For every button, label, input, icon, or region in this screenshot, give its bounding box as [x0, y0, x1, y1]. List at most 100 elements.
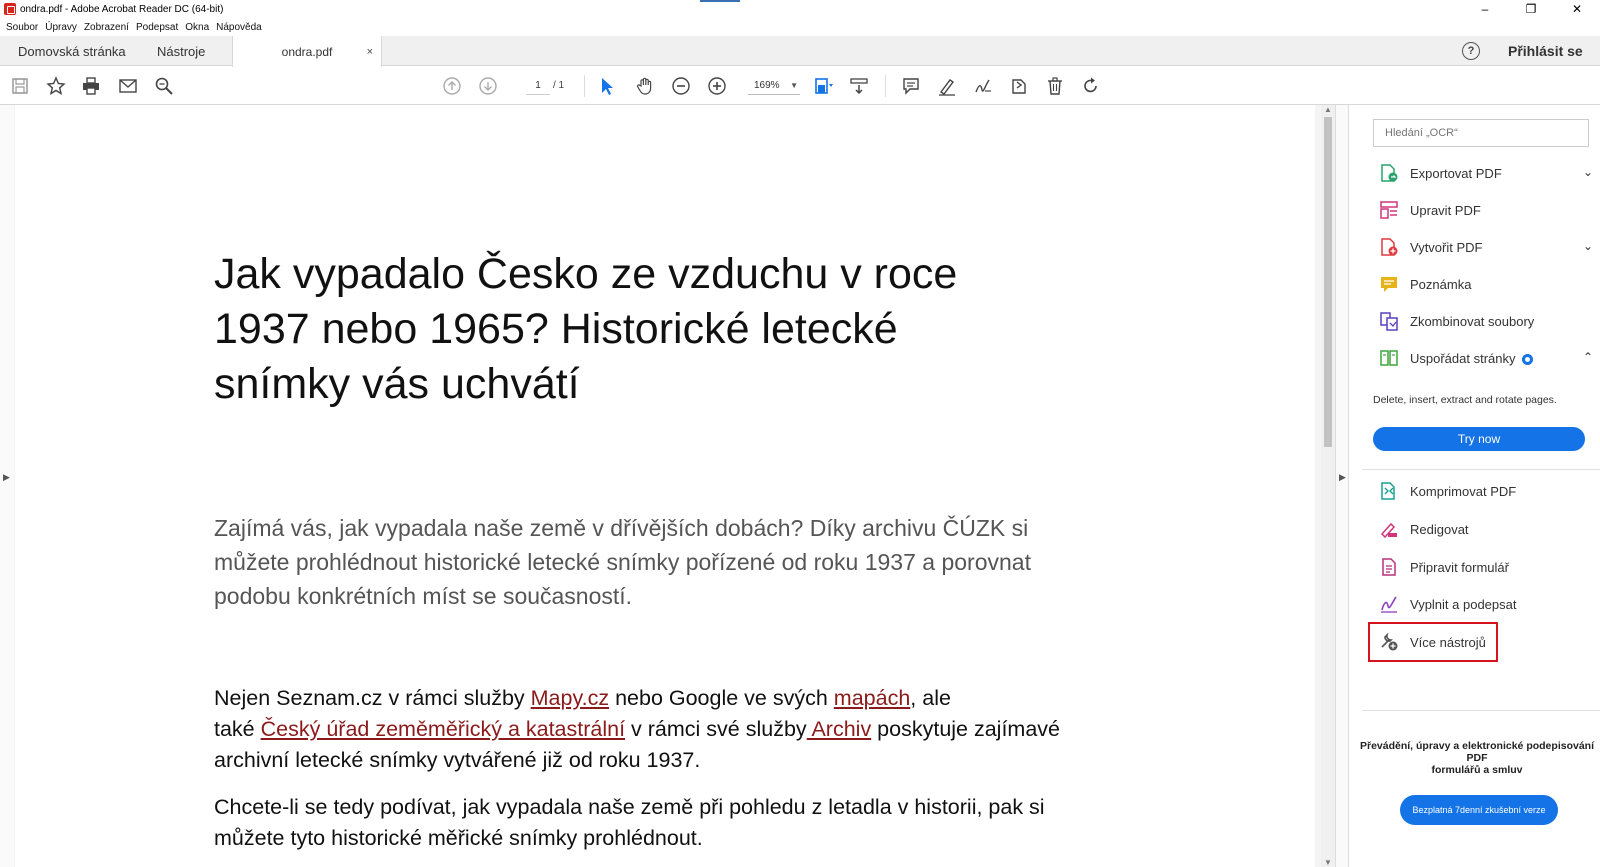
- pdf-page: Jak vypadalo Česko ze vzduchu v roce 193…: [15, 105, 1315, 867]
- menu-view[interactable]: Zobrazení: [84, 22, 129, 33]
- tab-home[interactable]: Domovská stránka: [18, 36, 126, 66]
- zoom-select[interactable]: 169% ▼: [748, 77, 800, 95]
- tool-fill-sign[interactable]: Vyplnit a podepsat: [1378, 590, 1593, 618]
- tool-organize-pages[interactable]: Uspořádat stránky ⌃: [1378, 344, 1593, 372]
- print-icon[interactable]: [80, 75, 102, 97]
- link-mapach[interactable]: mapách: [834, 686, 911, 710]
- signin-button[interactable]: Přihlásit se: [1508, 43, 1583, 59]
- right-panel-toggle[interactable]: ▶: [1335, 105, 1348, 867]
- left-panel-toggle[interactable]: ▶: [0, 105, 14, 867]
- scroll-down-icon[interactable]: ▼: [1324, 858, 1332, 867]
- organize-pages-icon: [1378, 347, 1400, 369]
- paragraph-text: v rámci své služby: [625, 717, 807, 741]
- comment-note-icon: [1378, 273, 1400, 295]
- toolbar: / 1 169% ▼: [0, 67, 1600, 105]
- edit-pdf-icon: [1378, 199, 1400, 221]
- tool-combine-files[interactable]: Zkombinovat soubory: [1378, 307, 1593, 335]
- email-icon[interactable]: [117, 75, 139, 97]
- menu-help[interactable]: Nápověda: [216, 22, 262, 33]
- promo-line: Převádění, úpravy a elektronické podepis…: [1359, 740, 1594, 764]
- restore-button[interactable]: ❐: [1508, 0, 1554, 18]
- previous-page-icon[interactable]: [441, 75, 463, 97]
- zoom-out-icon[interactable]: [670, 75, 692, 97]
- collapse-right-icon: ▶: [1339, 472, 1346, 482]
- tool-label: Vytvořit PDF: [1410, 239, 1483, 255]
- toolbar-separator: [885, 75, 886, 97]
- tool-label: Redigovat: [1410, 521, 1469, 537]
- select-cursor-icon[interactable]: [596, 75, 618, 97]
- close-tab-icon[interactable]: ×: [367, 46, 373, 58]
- scroll-mode-icon[interactable]: [848, 75, 870, 97]
- tool-label: Komprimovat PDF: [1410, 483, 1517, 499]
- help-icon[interactable]: ?: [1462, 42, 1480, 60]
- panel-divider: [1362, 710, 1600, 711]
- link-archiv[interactable]: Archiv: [807, 717, 871, 741]
- tab-bar: Domovská stránka Nástroje ondra.pdf ×: [0, 36, 1600, 67]
- comment-icon[interactable]: [900, 75, 922, 97]
- scrollbar-thumb[interactable]: [1324, 117, 1332, 447]
- highlight-annotation-box: [1368, 622, 1498, 662]
- free-trial-button[interactable]: Bezplatná 7denní zkušební verze: [1400, 795, 1558, 825]
- chevron-down-icon[interactable]: ⌄: [1583, 165, 1593, 179]
- try-now-button[interactable]: Try now: [1373, 427, 1585, 451]
- paragraph-line: také Český úřad zeměměřický a katastráln…: [214, 714, 1144, 745]
- link-mapy[interactable]: Mapy.cz: [531, 686, 609, 710]
- tool-label: Exportovat PDF: [1410, 165, 1502, 181]
- intro-line: Zajímá vás, jak vypadala naše země v dří…: [214, 515, 1029, 541]
- tool-export-pdf[interactable]: Exportovat PDF ⌄: [1378, 159, 1593, 187]
- tool-create-pdf[interactable]: Vytvořit PDF ⌄: [1378, 233, 1593, 261]
- tool-label: Uspořádat stránky: [1410, 350, 1516, 366]
- article-paragraph: Chcete-li se tedy podívat, jak vypadala …: [214, 792, 1144, 854]
- tool-label: Připravit formulář: [1410, 559, 1509, 575]
- menu-edit[interactable]: Úpravy: [45, 22, 77, 33]
- sign-icon[interactable]: [972, 75, 994, 97]
- bookmark-star-icon[interactable]: [45, 75, 67, 97]
- paragraph-text: poskytuje zajímavé: [871, 717, 1061, 741]
- tab-tools[interactable]: Nástroje: [157, 36, 205, 66]
- zoom-value: 169%: [754, 80, 780, 91]
- chevron-down-icon[interactable]: ⌄: [1583, 239, 1593, 253]
- search-zoom-icon[interactable]: [153, 75, 175, 97]
- chevron-down-icon: ▼: [790, 81, 798, 90]
- close-window-button[interactable]: ✕: [1554, 0, 1600, 18]
- page-number-input[interactable]: [526, 77, 550, 95]
- scroll-up-icon[interactable]: ▲: [1324, 105, 1332, 114]
- tool-prepare-form[interactable]: Připravit formulář: [1378, 553, 1593, 581]
- title-accent-line: [700, 0, 740, 2]
- article-paragraph: Nejen Seznam.cz v rámci služby Mapy.cz n…: [214, 683, 1144, 776]
- chevron-up-icon[interactable]: ⌃: [1583, 350, 1593, 364]
- tool-label: Poznámka: [1410, 276, 1472, 292]
- rotate-icon[interactable]: [1080, 75, 1102, 97]
- tool-redact[interactable]: Redigovat: [1378, 515, 1593, 543]
- tool-comment[interactable]: Poznámka: [1378, 270, 1593, 298]
- link-cuzk[interactable]: Český úřad zeměměřický a katastrální: [261, 717, 625, 741]
- create-pdf-icon: [1378, 236, 1400, 258]
- delete-icon[interactable]: [1044, 75, 1066, 97]
- vertical-scrollbar[interactable]: ▲ ▼: [1321, 105, 1335, 867]
- fill-sign-icon: [1378, 593, 1400, 615]
- menu-window[interactable]: Okna: [185, 22, 209, 33]
- highlight-pen-icon[interactable]: [936, 75, 958, 97]
- panel-border: [1348, 105, 1349, 867]
- tab-document[interactable]: ondra.pdf ×: [232, 36, 382, 67]
- zoom-in-icon[interactable]: [706, 75, 728, 97]
- tool-edit-pdf[interactable]: Upravit PDF: [1378, 196, 1593, 224]
- heading-line: snímky vás uchvátí: [214, 360, 580, 408]
- save-icon[interactable]: [9, 75, 31, 97]
- menu-bar: Soubor Úpravy Zobrazení Podepsat Okna Ná…: [0, 18, 1600, 36]
- share-icon[interactable]: [1008, 75, 1030, 97]
- minimize-button[interactable]: –: [1462, 0, 1508, 18]
- paragraph-line: můžete tyto historické měřické snímky pr…: [214, 826, 703, 850]
- menu-sign[interactable]: Podepsat: [136, 22, 178, 33]
- window-controls: – ❐ ✕: [1462, 0, 1600, 18]
- paragraph-text: také: [214, 717, 261, 741]
- compress-pdf-icon: [1378, 480, 1400, 502]
- tool-compress-pdf[interactable]: Komprimovat PDF: [1378, 477, 1593, 505]
- next-page-icon[interactable]: [477, 75, 499, 97]
- menu-file[interactable]: Soubor: [6, 22, 38, 33]
- tools-search-input[interactable]: [1373, 119, 1589, 147]
- acrobat-app-icon: [4, 3, 16, 15]
- hand-icon[interactable]: [634, 75, 656, 97]
- fit-page-icon[interactable]: [812, 75, 834, 97]
- panel-divider: [1362, 469, 1600, 470]
